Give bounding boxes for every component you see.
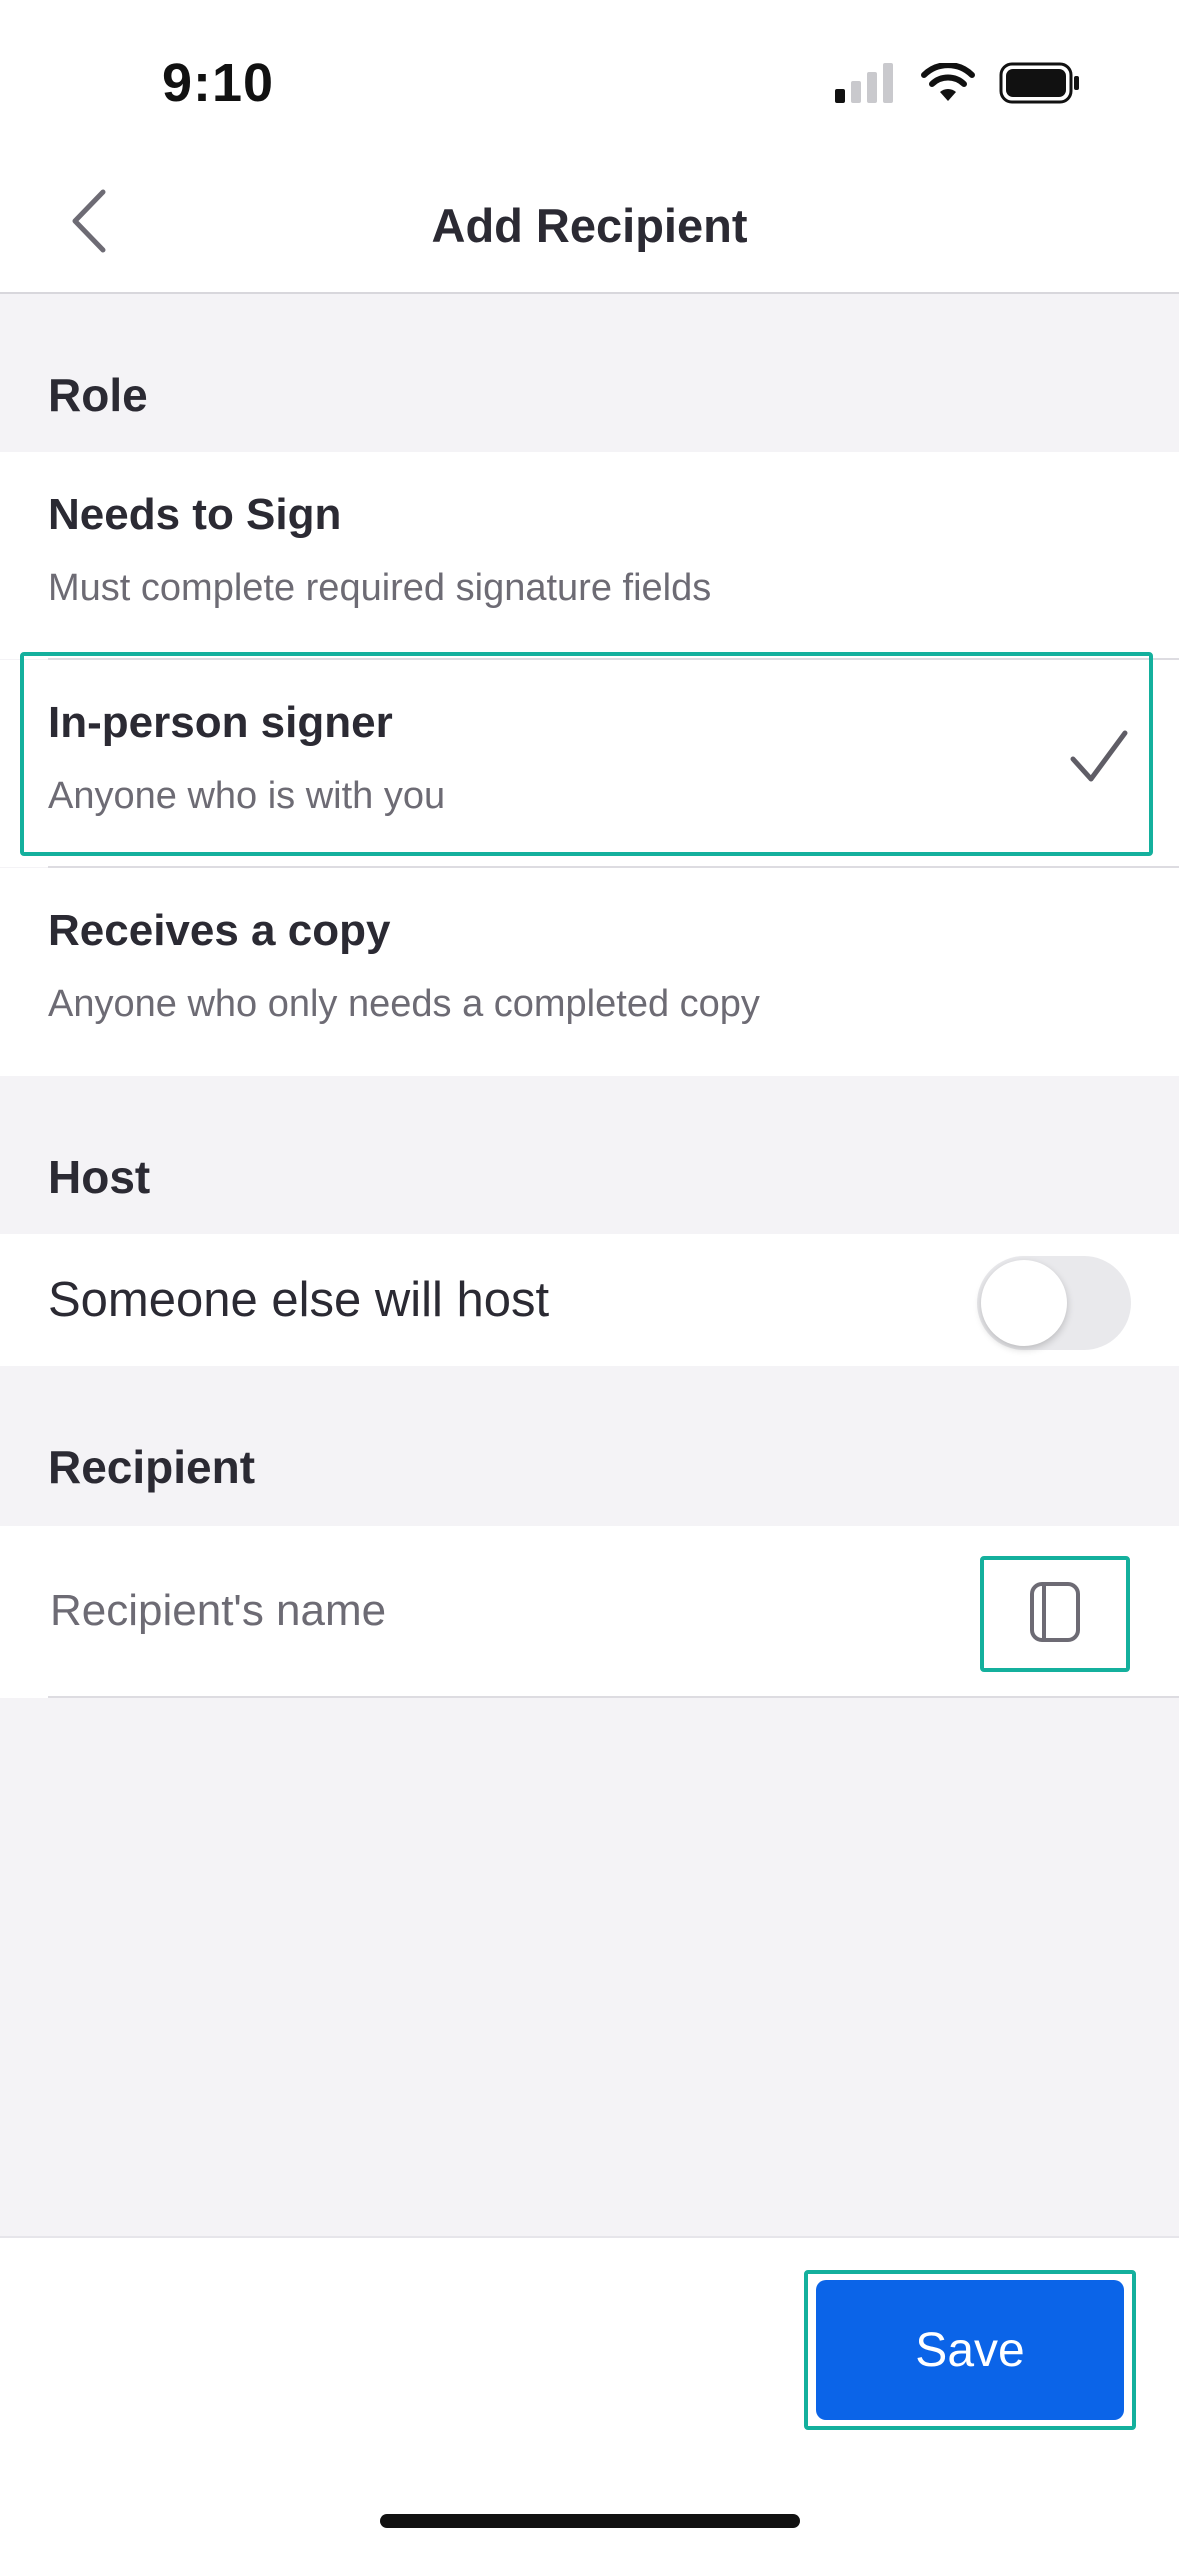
toggle-knob bbox=[981, 1260, 1067, 1346]
role-option-description: Must complete required signature fields bbox=[48, 567, 712, 609]
cellular-signal-icon bbox=[835, 63, 897, 108]
status-icons bbox=[835, 62, 1081, 109]
home-indicator[interactable] bbox=[380, 2514, 800, 2528]
status-bar: 9:10 bbox=[0, 0, 1179, 160]
someone-else-will-host-toggle[interactable] bbox=[977, 1256, 1131, 1350]
navigation-bar: Add Recipient bbox=[0, 160, 1179, 294]
role-option-title: Receives a copy bbox=[48, 906, 391, 955]
battery-icon bbox=[999, 62, 1081, 109]
role-option-description: Anyone who only needs a completed copy bbox=[48, 983, 760, 1025]
host-toggle-label: Someone else will host bbox=[48, 1273, 550, 1327]
recipient-name-input[interactable] bbox=[48, 1566, 948, 1656]
selected-option-highlight bbox=[20, 652, 1153, 856]
wifi-icon bbox=[921, 62, 975, 108]
divider bbox=[48, 1696, 1179, 1698]
contacts-button[interactable] bbox=[980, 1556, 1130, 1672]
recipient-row bbox=[0, 1526, 1179, 1698]
save-button[interactable]: Save bbox=[816, 2280, 1124, 2420]
contacts-book-icon bbox=[1029, 1581, 1081, 1648]
host-row: Someone else will host bbox=[0, 1234, 1179, 1366]
role-section-title: Role bbox=[48, 369, 148, 421]
status-time: 9:10 bbox=[162, 53, 275, 113]
role-option-title: Needs to Sign bbox=[48, 490, 342, 539]
role-option-receives-a-copy[interactable]: Receives a copy Anyone who only needs a … bbox=[0, 868, 1179, 1076]
host-section-title: Host bbox=[48, 1151, 151, 1203]
add-recipient-screen: 9:10 Add Recipient Role Needs to Sign Mu… bbox=[0, 0, 1179, 2556]
footer: Save bbox=[0, 2236, 1179, 2556]
page-title: Add Recipient bbox=[431, 199, 748, 252]
recipient-section-title: Recipient bbox=[48, 1441, 256, 1493]
save-button-highlight: Save bbox=[804, 2270, 1136, 2430]
role-option-needs-to-sign[interactable]: Needs to Sign Must complete required sig… bbox=[0, 452, 1179, 659]
